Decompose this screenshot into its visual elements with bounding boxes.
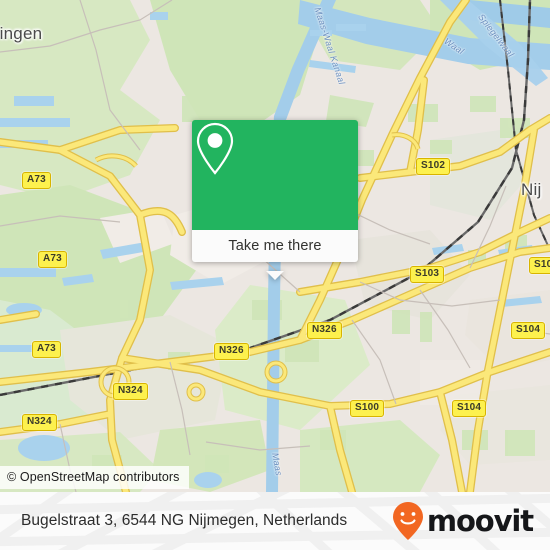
road-shield-s104-east: S104 xyxy=(511,322,546,339)
road-shield-n326-west: N326 xyxy=(214,343,249,360)
road-shield-s104-south: S104 xyxy=(452,400,487,417)
take-me-there-button[interactable]: Take me there xyxy=(192,230,358,262)
address-label: Bugelstraat 3, 6544 NG Nijmegen, Netherl… xyxy=(21,512,348,529)
road-shield-a73-middle: A73 xyxy=(38,251,67,268)
road-shield-s103: S103 xyxy=(410,266,445,283)
road-shield-a73-north: A73 xyxy=(22,172,51,189)
road-shield-s100: S100 xyxy=(350,400,385,417)
road-shield-s102: S102 xyxy=(416,158,451,175)
road-shield-s10-clipped: S10 xyxy=(529,257,550,274)
road-shield-n324-east: N324 xyxy=(113,383,148,400)
map-canvas[interactable]: ningen Nij Maas-Waal Kanaal Waal Spiegel… xyxy=(0,0,550,492)
take-me-there-label: Take me there xyxy=(228,238,322,254)
moovit-logo[interactable]: moovit xyxy=(391,492,534,550)
map-pin-icon xyxy=(196,122,234,175)
road-shield-n324-west: N324 xyxy=(22,414,57,431)
popup-pointer xyxy=(266,271,284,280)
location-popup[interactable]: Take me there xyxy=(192,120,358,280)
road-shield-a73-south: A73 xyxy=(32,341,61,358)
map-screenshot: ningen Nij Maas-Waal Kanaal Waal Spiegel… xyxy=(0,0,550,550)
address-text: Bugelstraat 3, 6544 NG Nijmegen, Netherl… xyxy=(21,492,347,550)
road-shield-n326-east: N326 xyxy=(307,322,342,339)
moovit-pin-smiley-icon xyxy=(392,502,423,540)
osm-attribution[interactable]: © OpenStreetMap contributors xyxy=(0,466,189,489)
osm-attribution-label: © OpenStreetMap contributors xyxy=(7,470,180,484)
footer-bar: Bugelstraat 3, 6544 NG Nijmegen, Netherl… xyxy=(0,492,550,550)
moovit-wordmark: moovit xyxy=(426,504,534,538)
popup-image-panel xyxy=(192,120,358,230)
